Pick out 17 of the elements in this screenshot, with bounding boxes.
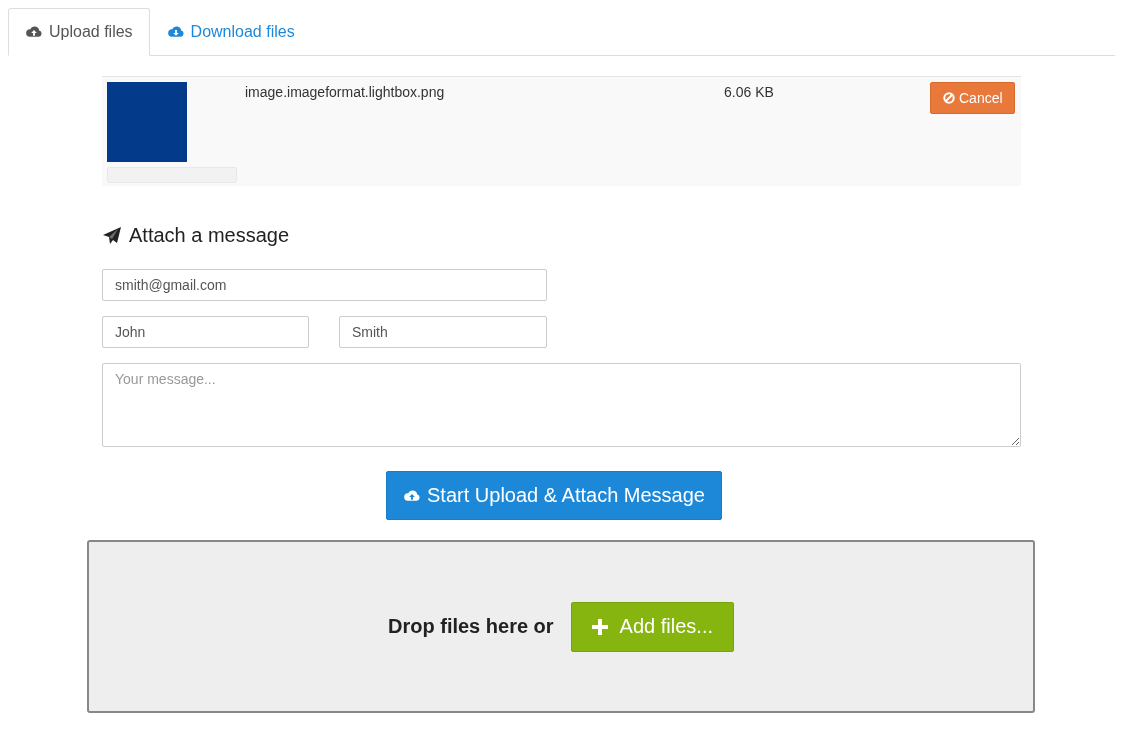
email-field[interactable]: smith@gmail.com — [102, 269, 547, 301]
paper-plane-icon — [102, 225, 122, 246]
cloud-upload-icon — [25, 26, 43, 38]
ban-icon — [943, 92, 955, 104]
first-name-field[interactable]: John — [102, 316, 309, 348]
last-name-field[interactable]: Smith — [339, 316, 547, 348]
file-name: image.imageformat.lightbox.png — [245, 84, 446, 100]
message-field[interactable]: Your message... — [102, 363, 1021, 447]
cloud-upload-icon — [403, 489, 422, 502]
drop-text: Drop files here or — [388, 615, 554, 638]
section-heading: Attach a message — [129, 224, 290, 247]
plus-icon — [591, 618, 608, 635]
file-size: 6.06 KB — [724, 84, 775, 100]
cloud-download-icon — [166, 26, 185, 38]
tab[interactable]: Download files — [149, 8, 312, 56]
start-upload-button[interactable]: Start Upload & Attach Message — [386, 471, 722, 520]
tab[interactable]: Upload files — [8, 8, 150, 56]
